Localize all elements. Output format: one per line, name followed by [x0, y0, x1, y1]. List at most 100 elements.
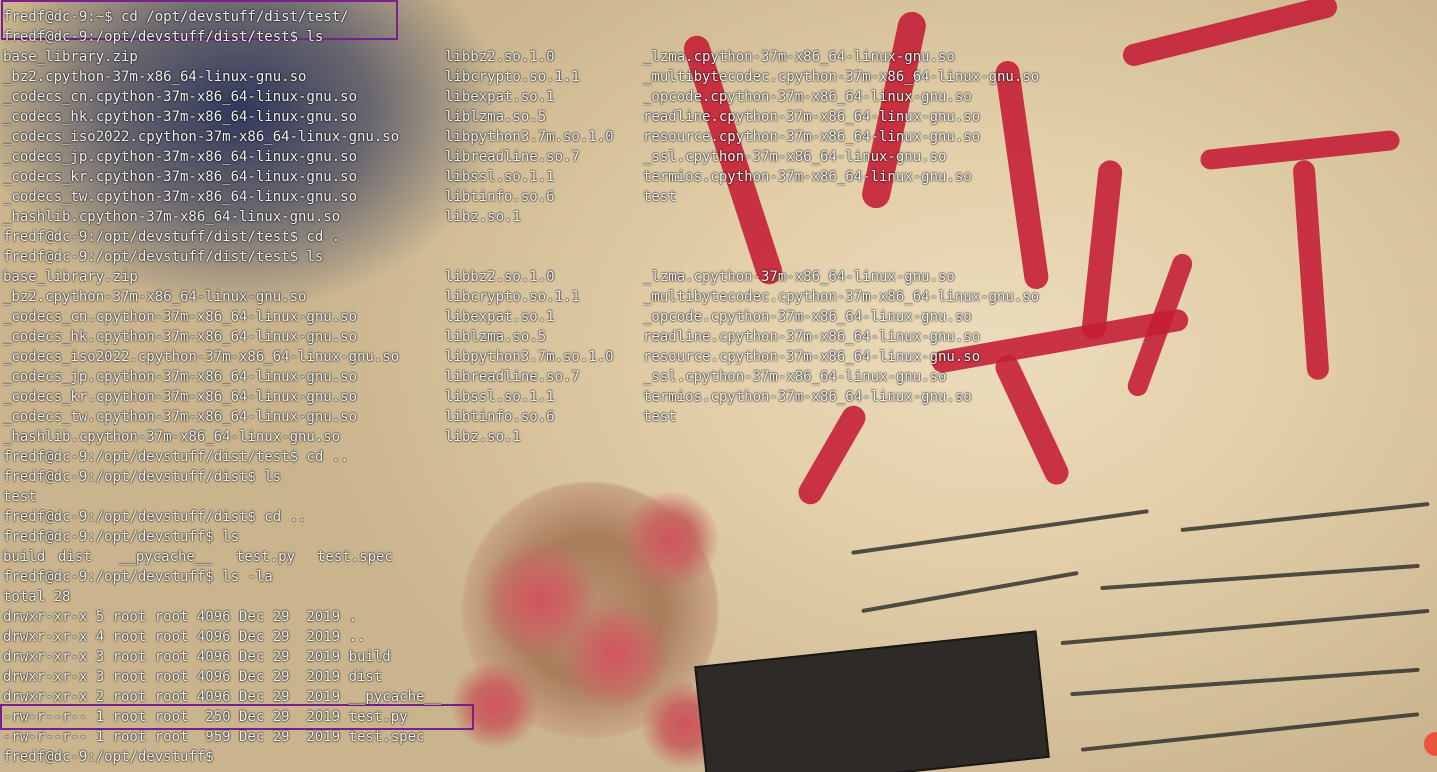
prompt-line-ls: fredf@dc-9:/opt/devstuff/dist/test$ ls [3, 249, 324, 265]
ls-entry: libssl.so.1.1 [445, 389, 555, 405]
terminal-window[interactable]: fredf@dc-9:~$ cd /opt/devstuff/dist/test… [0, 0, 1437, 772]
la-row: -rw-r--r-- 1 root root 959 Dec 29 2019 t… [3, 729, 425, 745]
ls-entry: _bz2.cpython-37m-x86_64-linux-gnu.so [3, 69, 307, 85]
ls-entry: libcrypto.so.1.1 [445, 289, 580, 305]
listing-item: __pycache__ [119, 549, 212, 565]
devstuff-listing: build dist __pycache__ test.py test.spec [3, 547, 1039, 567]
prompt-line-cd-test: fredf@dc-9:~$ cd /opt/devstuff/dist/test… [3, 9, 349, 25]
ls-entry: _multibytecodec.cpython-37m-x86_64-linux… [643, 69, 1040, 85]
la-row-test-py: -rw-r--r-- 1 root root 250 Dec 29 2019 t… [3, 709, 408, 725]
ls-entry: libz.so.1 [445, 429, 521, 445]
ls-row: _codecs_iso2022.cpython-37m-x86_64-linux… [3, 127, 1039, 147]
prompt-line-cd-dot: fredf@dc-9:/opt/devstuff/dist/test$ cd . [3, 229, 341, 245]
ls-entry: _opcode.cpython-37m-x86_64-linux-gnu.so [643, 309, 972, 325]
ls-entry: _multibytecodec.cpython-37m-x86_64-linux… [643, 289, 1040, 305]
ls-entry: libssl.so.1.1 [445, 169, 555, 185]
dist-listing: test [3, 489, 37, 505]
ls-entry: _bz2.cpython-37m-x86_64-linux-gnu.so [3, 289, 307, 305]
listing-item: build [3, 549, 46, 565]
ls-entry: base_library.zip [3, 269, 138, 285]
ls-row: _bz2.cpython-37m-x86_64-linux-gnu.so libc… [3, 67, 1039, 87]
ls-entry: _codecs_tw.cpython-37m-x86_64-linux-gnu.… [3, 409, 358, 425]
ls-entry: _ssl.cpython-37m-x86_64-linux-gnu.so [643, 149, 947, 165]
prompt-line-ls: fredf@dc-9:/opt/devstuff/dist$ ls [3, 469, 282, 485]
ls-row: _codecs_hk.cpython-37m-x86_64-linux-gnu.… [3, 327, 1039, 347]
ls-entry: libcrypto.so.1.1 [445, 69, 580, 85]
total-line: total 28 [3, 589, 71, 605]
ls-entry: _lzma.cpython-37m-x86_64-linux-gnu.so [643, 49, 955, 65]
ls-entry: libbz2.so.1.0 [445, 49, 555, 65]
ls-entry: libz.so.1 [445, 209, 521, 225]
prompt-line-ls-la: fredf@dc-9:/opt/devstuff$ ls -la [3, 569, 273, 585]
ls-row: _codecs_tw.cpython-37m-x86_64-linux-gnu.… [3, 407, 1039, 427]
ls-entry: _codecs_tw.cpython-37m-x86_64-linux-gnu.… [3, 189, 358, 205]
ls-row: base_library.zip libbz2.so.1.0 _lzma.cpyth… [3, 47, 1039, 67]
ls-entry: termios.cpython-37m-x86_64-linux-gnu.so [643, 389, 972, 405]
ls-entry: termios.cpython-37m-x86_64-linux-gnu.so [643, 169, 972, 185]
ls-entry: libreadline.so.7 [445, 149, 580, 165]
la-row: drwxr-xr-x 2 root root 4096 Dec 29 2019 … [3, 689, 442, 705]
floating-button[interactable] [1424, 732, 1437, 756]
prompt-line-ls: fredf@dc-9:/opt/devstuff/dist/test$ ls [3, 29, 324, 45]
ls-entry: libpython3.7m.so.1.0 [445, 129, 614, 145]
ls-row: _codecs_kr.cpython-37m-x86_64-linux-gnu.… [3, 167, 1039, 187]
ls-entry: libbz2.so.1.0 [445, 269, 555, 285]
ls-row: _codecs_cn.cpython-37m-x86_64-linux-gnu.… [3, 87, 1039, 107]
terminal-output: fredf@dc-9:~$ cd /opt/devstuff/dist/test… [3, 7, 1039, 767]
ls-entry: libreadline.so.7 [445, 369, 580, 385]
ls-entry: _ssl.cpython-37m-x86_64-linux-gnu.so [643, 369, 947, 385]
ls-entry: _hashlib.cpython-37m-x86_64-linux-gnu.so [3, 209, 341, 225]
ls-row: _codecs_tw.cpython-37m-x86_64-linux-gnu.… [3, 187, 1039, 207]
ls-entry: _codecs_iso2022.cpython-37m-x86_64-linux… [3, 129, 400, 145]
prompt-line-final[interactable]: fredf@dc-9:/opt/devstuff$ [3, 747, 1039, 767]
listing-item: dist [58, 549, 92, 565]
ls-entry: resource.cpython-37m-x86_64-linux-gnu.so [643, 349, 981, 365]
ls-entry: libexpat.so.1 [445, 89, 555, 105]
ls-entry: _codecs_cn.cpython-37m-x86_64-linux-gnu.… [3, 309, 358, 325]
ls-entry: _hashlib.cpython-37m-x86_64-linux-gnu.so [3, 429, 341, 445]
ls-entry: libtinfo.so.6 [445, 409, 555, 425]
ls-listing-1: base_library.zip libbz2.so.1.0 _lzma.cpyth… [3, 47, 1039, 227]
ls-entry: readline.cpython-37m-x86_64-linux-gnu.so [643, 329, 981, 345]
ls-row: base_library.zip libbz2.so.1.0 _lzma.cpyth… [3, 267, 1039, 287]
ls-row: _codecs_cn.cpython-37m-x86_64-linux-gnu.… [3, 307, 1039, 327]
ls-entry: _codecs_cn.cpython-37m-x86_64-linux-gnu.… [3, 89, 358, 105]
ls-row: _codecs_jp.cpython-37m-x86_64-linux-gnu.… [3, 147, 1039, 167]
ls-entry: _codecs_hk.cpython-37m-x86_64-linux-gnu.… [3, 109, 358, 125]
prompt-line-cd-up: fredf@dc-9:/opt/devstuff/dist$ cd .. [3, 509, 307, 525]
ls-entry: _codecs_kr.cpython-37m-x86_64-linux-gnu.… [3, 389, 358, 405]
listing-item: test.spec [317, 549, 393, 565]
ls-row: _bz2.cpython-37m-x86_64-linux-gnu.so libc… [3, 287, 1039, 307]
ls-entry: base_library.zip [3, 49, 138, 65]
ls-row: _hashlib.cpython-37m-x86_64-linux-gnu.so… [3, 207, 1039, 227]
prompt-line-ls: fredf@dc-9:/opt/devstuff$ ls [3, 529, 240, 545]
ls-entry: _codecs_jp.cpython-37m-x86_64-linux-gnu.… [3, 149, 358, 165]
ls-entry: _codecs_jp.cpython-37m-x86_64-linux-gnu.… [3, 369, 358, 385]
ls-entry: liblzma.so.5 [445, 329, 547, 345]
ls-entry: _opcode.cpython-37m-x86_64-linux-gnu.so [643, 89, 972, 105]
ls-row: _codecs_kr.cpython-37m-x86_64-linux-gnu.… [3, 387, 1039, 407]
ls-row: _codecs_jp.cpython-37m-x86_64-linux-gnu.… [3, 367, 1039, 387]
ls-entry: _lzma.cpython-37m-x86_64-linux-gnu.so [643, 269, 955, 285]
la-row: drwxr-xr-x 5 root root 4096 Dec 29 2019 … [3, 609, 358, 625]
la-row: drwxr-xr-x 3 root root 4096 Dec 29 2019 … [3, 649, 391, 665]
ls-entry: _codecs_kr.cpython-37m-x86_64-linux-gnu.… [3, 169, 358, 185]
la-row: drwxr-xr-x 4 root root 4096 Dec 29 2019 … [3, 629, 366, 645]
ls-entry: readline.cpython-37m-x86_64-linux-gnu.so [643, 109, 981, 125]
ls-entry: _codecs_hk.cpython-37m-x86_64-linux-gnu.… [3, 329, 358, 345]
ls-entry: libpython3.7m.so.1.0 [445, 349, 614, 365]
listing-item: test.py [236, 549, 296, 565]
ls-entry: libexpat.so.1 [445, 309, 555, 325]
ls-entry: test [643, 409, 677, 425]
ls-listing-2: base_library.zip libbz2.so.1.0 _lzma.cpyth… [3, 267, 1039, 447]
ls-entry: test [643, 189, 677, 205]
ls-entry: _codecs_iso2022.cpython-37m-x86_64-linux… [3, 349, 400, 365]
ls-entry: resource.cpython-37m-x86_64-linux-gnu.so [643, 129, 981, 145]
ls-row: _codecs_iso2022.cpython-37m-x86_64-linux… [3, 347, 1039, 367]
la-row: drwxr-xr-x 3 root root 4096 Dec 29 2019 … [3, 669, 383, 685]
prompt-line-cd-up: fredf@dc-9:/opt/devstuff/dist/test$ cd .… [3, 449, 349, 465]
ls-row: _hashlib.cpython-37m-x86_64-linux-gnu.so… [3, 427, 1039, 447]
ls-row: _codecs_hk.cpython-37m-x86_64-linux-gnu.… [3, 107, 1039, 127]
ls-entry: libtinfo.so.6 [445, 189, 555, 205]
ls-entry: liblzma.so.5 [445, 109, 547, 125]
